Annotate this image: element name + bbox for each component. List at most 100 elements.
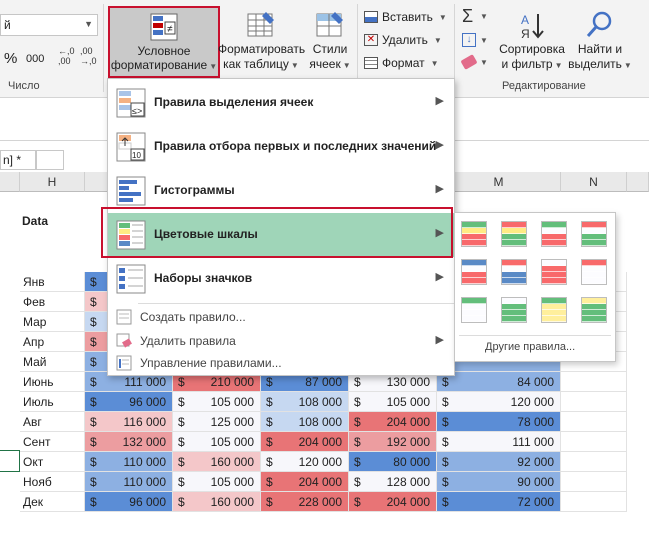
cell-value: 80 000 xyxy=(393,455,430,469)
data-cell[interactable]: $128 000 xyxy=(349,472,437,492)
data-cell[interactable]: $96 000 xyxy=(85,492,173,512)
data-cell[interactable]: $228 000 xyxy=(261,492,349,512)
data-cell[interactable]: $116 000 xyxy=(85,412,173,432)
data-cell[interactable]: $192 000 xyxy=(349,432,437,452)
data-cell[interactable]: $160 000 xyxy=(173,492,261,512)
more-rules-link[interactable]: Другие правила... xyxy=(485,341,575,353)
data-cell[interactable]: $204 000 xyxy=(349,492,437,512)
color-scale-option[interactable] xyxy=(581,259,607,285)
color-scale-option[interactable] xyxy=(461,259,487,285)
cell-styles-button[interactable]: Стили ячеек ▼ xyxy=(306,10,354,73)
chevron-right-icon: ▶ xyxy=(435,95,444,107)
color-scale-option[interactable] xyxy=(461,297,487,323)
row-month-label[interactable]: Мар xyxy=(20,312,85,332)
insert-button[interactable]: Вставить ▼ xyxy=(364,10,447,24)
currency-symbol: $ xyxy=(90,375,97,389)
data-cell[interactable]: $125 000 xyxy=(173,412,261,432)
data-cell[interactable]: $105 000 xyxy=(173,392,261,412)
delete-button[interactable]: ✕ Удалить ▼ xyxy=(364,33,442,47)
menu-item-manage-rules[interactable]: Управление правилами... xyxy=(108,351,454,375)
empty-cell[interactable] xyxy=(561,372,627,392)
row-month-label[interactable]: Июль xyxy=(20,392,85,412)
data-cell[interactable]: $78 000 xyxy=(437,412,561,432)
empty-cell[interactable] xyxy=(561,492,627,512)
menu-item-top-bottom[interactable]: 10 Правила отбора первых и последних зна… xyxy=(108,125,454,169)
percent-button[interactable]: % xyxy=(4,50,17,67)
format-label: Формат xyxy=(382,56,425,70)
row-month-label[interactable]: Апр xyxy=(20,332,85,352)
autosum-button[interactable]: Σ xyxy=(462,6,473,27)
data-cell[interactable]: $204 000 xyxy=(261,472,349,492)
data-cell[interactable]: $160 000 xyxy=(173,452,261,472)
color-scale-option[interactable] xyxy=(581,221,607,247)
data-cell[interactable]: $120 000 xyxy=(261,452,349,472)
row-month-label[interactable]: Дек xyxy=(20,492,85,512)
menu-item-new-rule[interactable]: Создать правило... xyxy=(108,305,454,329)
menu-item-highlight-cells[interactable]: ≤> Правила выделения ячеек ▶ xyxy=(108,81,454,125)
data-cell[interactable]: $96 000 xyxy=(85,392,173,412)
menu-item-icon-sets[interactable]: Наборы значков ▶ xyxy=(108,257,454,301)
color-scale-option[interactable] xyxy=(541,221,567,247)
data-cell[interactable]: $204 000 xyxy=(261,432,349,452)
column-header-m[interactable]: M xyxy=(437,172,561,192)
data-cell[interactable]: $110 000 xyxy=(85,472,173,492)
color-scale-option[interactable] xyxy=(501,259,527,285)
empty-cell[interactable] xyxy=(561,392,627,412)
row-month-label[interactable]: Май xyxy=(20,352,85,372)
data-cell[interactable]: $105 000 xyxy=(173,432,261,452)
number-group-label: Число xyxy=(8,80,40,92)
color-scale-option[interactable] xyxy=(581,297,607,323)
decrease-decimal-button[interactable]: ,00 →,0 xyxy=(80,46,97,66)
data-cell[interactable]: $204 000 xyxy=(349,412,437,432)
empty-cell[interactable] xyxy=(561,412,627,432)
file-tab[interactable]: n] * xyxy=(0,150,36,170)
data-cell[interactable]: $80 000 xyxy=(349,452,437,472)
row-month-label[interactable]: Июнь xyxy=(20,372,85,392)
empty-cell[interactable] xyxy=(561,432,627,452)
data-cell[interactable]: $108 000 xyxy=(261,392,349,412)
color-scale-option[interactable] xyxy=(501,221,527,247)
row-month-label[interactable]: Сент xyxy=(20,432,85,452)
increase-decimal-button[interactable]: ←,0,00 xyxy=(58,46,75,66)
data-cell[interactable]: $105 000 xyxy=(349,392,437,412)
row-month-label[interactable]: Фев xyxy=(20,292,85,312)
data-cell[interactable]: $84 000 xyxy=(437,372,561,392)
color-scale-option[interactable] xyxy=(461,221,487,247)
color-scale-stripe xyxy=(542,278,566,284)
color-scale-option[interactable] xyxy=(501,297,527,323)
currency-symbol: $ xyxy=(442,455,449,469)
row-month-label[interactable]: Окт xyxy=(20,452,85,472)
column-header-n[interactable]: N xyxy=(561,172,627,192)
clear-icon[interactable] xyxy=(460,54,478,70)
data-cell[interactable]: $108 000 xyxy=(261,412,349,432)
data-cell[interactable]: $132 000 xyxy=(85,432,173,452)
conditional-formatting-button[interactable]: ≠ Условное форматирование ▼ xyxy=(108,6,220,78)
format-as-table-button[interactable]: Форматировать как таблицу ▼ xyxy=(218,10,305,73)
column-header-h[interactable]: H xyxy=(20,172,85,192)
icon-sets-icon xyxy=(116,264,146,294)
number-format-dropdown[interactable]: й ▼ xyxy=(0,14,98,36)
data-cell[interactable]: $105 000 xyxy=(173,472,261,492)
tab-blank[interactable] xyxy=(36,150,64,170)
data-cell[interactable]: $72 000 xyxy=(437,492,561,512)
data-cell[interactable]: $90 000 xyxy=(437,472,561,492)
data-cell[interactable]: $110 000 xyxy=(85,452,173,472)
color-scale-option[interactable] xyxy=(541,297,567,323)
color-scale-option[interactable] xyxy=(541,259,567,285)
find-select-button[interactable]: Найти и выделить ▼ xyxy=(568,10,632,73)
row-month-label[interactable]: Нояб xyxy=(20,472,85,492)
data-cell[interactable]: $120 000 xyxy=(437,392,561,412)
menu-item-clear-rules[interactable]: Удалить правила ▶ xyxy=(108,329,454,353)
fill-icon[interactable]: ↓ xyxy=(462,33,476,47)
row-month-label[interactable]: Янв xyxy=(20,272,85,292)
thousands-separator-button[interactable]: 000 xyxy=(26,53,44,65)
insert-cells-icon xyxy=(364,11,378,23)
data-cell[interactable]: $92 000 xyxy=(437,452,561,472)
empty-cell[interactable] xyxy=(561,452,627,472)
sort-filter-button[interactable]: A Я Сортировка и фильтр ▼ xyxy=(494,10,570,73)
color-scale-stripe xyxy=(462,278,486,284)
data-cell[interactable]: $111 000 xyxy=(437,432,561,452)
row-month-label[interactable]: Авг xyxy=(20,412,85,432)
format-button[interactable]: Формат ▼ xyxy=(364,56,439,70)
empty-cell[interactable] xyxy=(561,472,627,492)
